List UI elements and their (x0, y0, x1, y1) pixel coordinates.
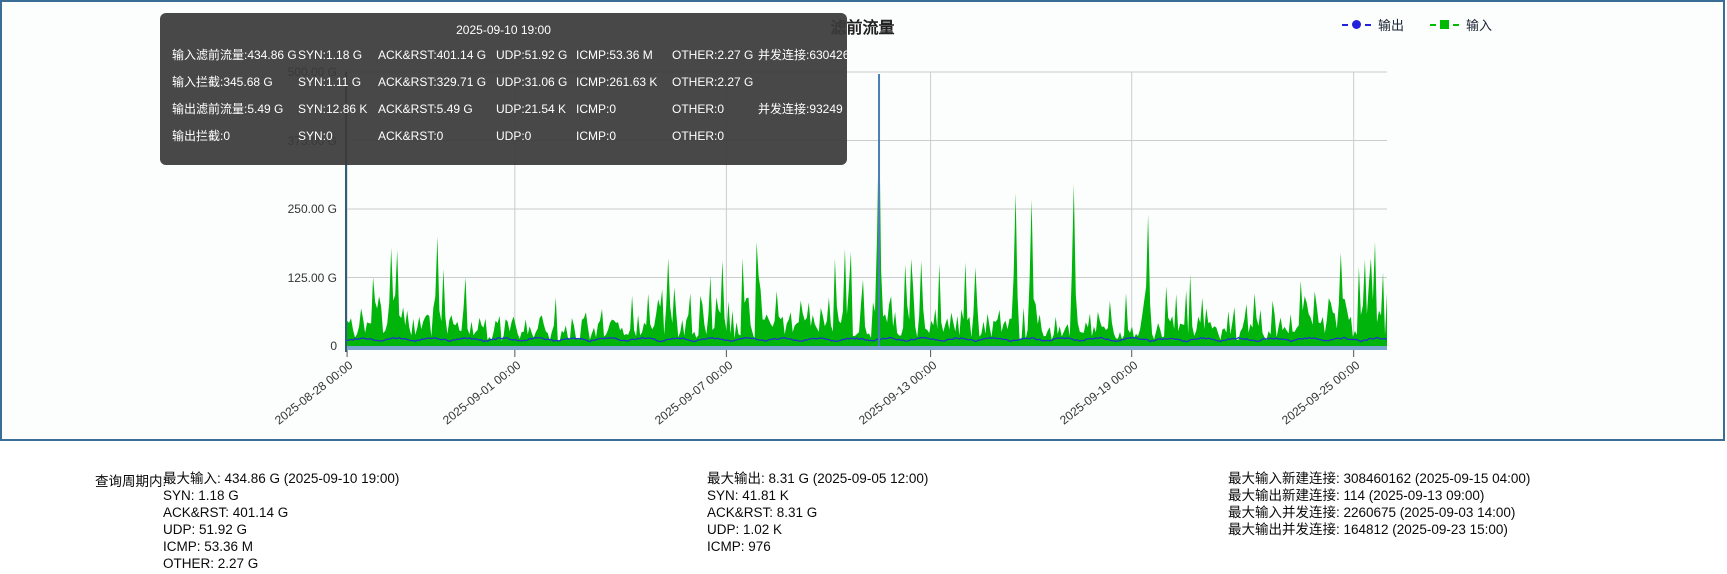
summary-line: UDP: 51.92 G (163, 521, 399, 538)
square-marker-icon (1440, 20, 1449, 29)
tooltip-cell: ACK&RST:401.14 G (378, 48, 496, 62)
summary-line: 最大输入新建连接: 308460162 (2025-09-15 04:00) (1228, 470, 1530, 487)
summary-line: ICMP: 53.36 M (163, 538, 399, 555)
tooltip-row: 输入拦截:345.68 GSYN:1.11 GACK&RST:329.71 GU… (172, 68, 835, 95)
summary-column-max-connections: 最大输入新建连接: 308460162 (2025-09-15 04:00)最大… (1228, 470, 1530, 538)
summary-line: 最大输入并发连接: 2260675 (2025-09-03 14:00) (1228, 504, 1530, 521)
summary-line: ICMP: 976 (707, 538, 928, 555)
tooltip-cell: ICMP:261.63 K (576, 75, 672, 89)
tooltip-cell: 输出滤前流量:5.49 G (172, 100, 298, 117)
tooltip-cell: ICMP:0 (576, 129, 672, 143)
chart-legend: 输出 输入 (1342, 15, 1492, 34)
tooltip-cell: ACK&RST:5.49 G (378, 102, 496, 116)
x-axis-tick-label: 2025-09-13 00:00 (856, 358, 939, 427)
summary-period-label: 查询周期内: (95, 470, 166, 490)
summary-line: 最大输出并发连接: 164812 (2025-09-23 15:00) (1228, 521, 1530, 538)
legend-dash-icon (1365, 24, 1371, 26)
tooltip-cell: SYN:1.18 G (298, 48, 378, 62)
tooltip-cell: OTHER:0 (672, 102, 758, 116)
tooltip-cell: 并发连接:630426 (758, 46, 849, 63)
tooltip-cell: 输入拦截:345.68 G (172, 73, 298, 90)
tooltip-row: 输出滤前流量:5.49 GSYN:12.86 KACK&RST:5.49 GUD… (172, 95, 835, 122)
legend-item-input[interactable]: 输入 (1430, 15, 1492, 34)
tooltip-cell: ICMP:53.36 M (576, 48, 672, 62)
tooltip-cell: ACK&RST:329.71 G (378, 75, 496, 89)
tooltip-cell: 并发连接:93249 (758, 100, 843, 117)
tooltip-cell: UDP:0 (496, 129, 576, 143)
x-axis-tick-label: 2025-09-25 00:00 (1279, 358, 1362, 427)
x-axis-tick-label: 2025-09-07 00:00 (652, 358, 735, 427)
summary-line: 最大输出新建连接: 114 (2025-09-13 09:00) (1228, 487, 1530, 504)
summary-line: ACK&RST: 401.14 G (163, 504, 399, 521)
summary-line: OTHER: 2.27 G (163, 555, 399, 572)
tooltip-cell: OTHER:2.27 G (672, 48, 758, 62)
tooltip-cell: UDP:51.92 G (496, 48, 576, 62)
x-axis-tick-label: 2025-08-28 00:00 (272, 358, 355, 427)
tooltip-cell: 输入滤前流量:434.86 G (172, 46, 298, 63)
summary-line: ACK&RST: 8.31 G (707, 504, 928, 521)
summary-line: 最大输入: 434.86 G (2025-09-10 19:00) (163, 470, 399, 487)
circle-marker-icon (1352, 20, 1361, 29)
tooltip-row: 输入滤前流量:434.86 GSYN:1.18 GACK&RST:401.14 … (172, 41, 835, 68)
y-axis-tick-label: 0 (267, 339, 337, 353)
legend-dash-icon (1430, 24, 1436, 26)
summary-line: SYN: 1.18 G (163, 487, 399, 504)
tooltip-cell: UDP:21.54 K (496, 102, 576, 116)
legend-item-output[interactable]: 输出 (1342, 15, 1404, 34)
tooltip-cell: SYN:12.86 K (298, 102, 378, 116)
summary-line: UDP: 1.02 K (707, 521, 928, 538)
tooltip-cell: 输出拦截:0 (172, 127, 298, 144)
legend-dash-icon (1342, 24, 1348, 26)
tooltip-row: 输出拦截:0SYN:0ACK&RST:0UDP:0ICMP:0OTHER:0 (172, 122, 835, 149)
legend-label: 输入 (1466, 15, 1492, 34)
traffic-chart-panel: 滤前流量 输出输入 500.00 G375.00 G250.00 G125.00… (0, 0, 1725, 441)
tooltip-cell: SYN:0 (298, 129, 378, 143)
summary-column-max-output: 最大输出: 8.31 G (2025-09-05 12:00)SYN: 41.8… (707, 470, 928, 555)
y-axis-tick-label: 250.00 G (267, 202, 337, 216)
legend-dash-icon (1453, 24, 1459, 26)
tooltip-cell: ICMP:0 (576, 102, 672, 116)
summary-line: 最大输出: 8.31 G (2025-09-05 12:00) (707, 470, 928, 487)
tooltip-cell: SYN:1.11 G (298, 75, 378, 89)
tooltip-timestamp: 2025-09-10 19:00 (172, 20, 835, 41)
legend-label: 输出 (1378, 15, 1404, 34)
y-axis-tick-label: 125.00 G (267, 271, 337, 285)
summary-column-max-input: 最大输入: 434.86 G (2025-09-10 19:00)SYN: 1.… (163, 470, 399, 572)
tooltip-cell: OTHER:0 (672, 129, 758, 143)
tooltip-cell: UDP:31.06 G (496, 75, 576, 89)
chart-tooltip: 2025-09-10 19:00输入滤前流量:434.86 GSYN:1.18 … (160, 13, 847, 165)
summary-line: SYN: 41.81 K (707, 487, 928, 504)
x-axis-tick-label: 2025-09-01 00:00 (440, 358, 523, 427)
tooltip-cell: ACK&RST:0 (378, 129, 496, 143)
tooltip-cell: OTHER:2.27 G (672, 75, 758, 89)
x-axis-tick-label: 2025-09-19 00:00 (1057, 358, 1140, 427)
